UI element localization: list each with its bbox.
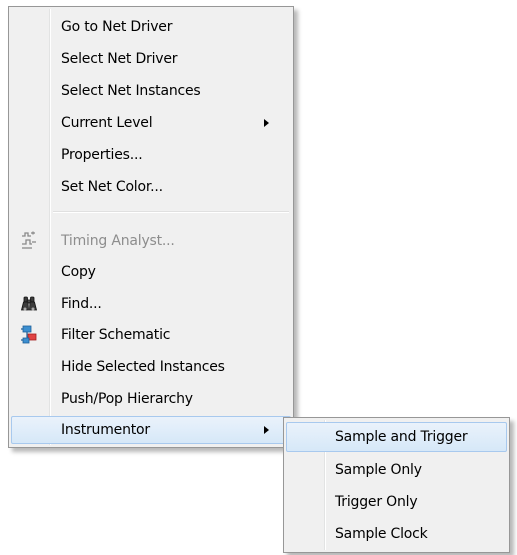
menu-item-label: Current Level <box>61 115 153 131</box>
submenu-item-sample-and-trigger[interactable]: Sample and Trigger <box>286 422 507 452</box>
menu-item-current-level[interactable]: Current Level <box>11 108 291 138</box>
menu-item-select-net-instances[interactable]: Select Net Instances <box>11 76 291 106</box>
menu-item-go-to-net-driver[interactable]: Go to Net Driver <box>11 12 291 42</box>
menu-item-label: Sample and Trigger <box>335 429 468 445</box>
binoculars-icon <box>19 294 39 314</box>
menu-item-label: Copy <box>61 264 96 280</box>
menu-item-label: Set Net Color... <box>61 179 163 195</box>
submenu-arrow-icon <box>264 426 269 434</box>
menu-item-filter-schematic[interactable]: Filter Schematic <box>11 320 291 350</box>
menu-item-label: Instrumentor <box>61 422 150 438</box>
menu-item-push-pop-hierarchy[interactable]: Push/Pop Hierarchy <box>11 384 291 414</box>
menu-item-label: Timing Analyst... <box>61 233 175 249</box>
menu-separator <box>53 211 289 213</box>
menu-item-label: Filter Schematic <box>61 327 171 343</box>
instrumentor-submenu: Sample and Trigger Sample Only Trigger O… <box>283 417 510 553</box>
menu-item-instrumentor[interactable]: Instrumentor <box>11 416 291 444</box>
submenu-item-sample-only[interactable]: Sample Only <box>286 455 507 485</box>
context-menu: Go to Net Driver Select Net Driver Selec… <box>8 6 294 448</box>
menu-item-label: Sample Only <box>335 462 422 478</box>
submenu-item-trigger-only[interactable]: Trigger Only <box>286 487 507 517</box>
menu-item-label: Go to Net Driver <box>61 19 173 35</box>
menu-item-label: Properties... <box>61 147 143 163</box>
menu-item-label: Select Net Driver <box>61 51 178 67</box>
menu-item-label: Push/Pop Hierarchy <box>61 391 193 407</box>
menu-item-select-net-driver[interactable]: Select Net Driver <box>11 44 291 74</box>
menu-item-hide-selected-instances[interactable]: Hide Selected Instances <box>11 352 291 382</box>
menu-item-copy[interactable]: Copy <box>11 257 291 287</box>
submenu-item-sample-clock[interactable]: Sample Clock <box>286 519 507 549</box>
menu-item-set-net-color[interactable]: Set Net Color... <box>11 172 291 202</box>
submenu-arrow-icon <box>264 119 269 127</box>
menu-item-label: Select Net Instances <box>61 83 201 99</box>
menu-item-label: Trigger Only <box>335 494 418 510</box>
menu-item-label: Hide Selected Instances <box>61 359 225 375</box>
menu-item-properties[interactable]: Properties... <box>11 140 291 170</box>
menu-item-label: Find... <box>61 296 102 312</box>
menu-item-timing-analyst: Timing Analyst... <box>11 226 291 256</box>
timing-analyst-icon <box>19 231 39 251</box>
menu-item-find[interactable]: Find... <box>11 289 291 319</box>
menu-item-label: Sample Clock <box>335 526 428 542</box>
filter-schematic-icon <box>19 325 39 345</box>
